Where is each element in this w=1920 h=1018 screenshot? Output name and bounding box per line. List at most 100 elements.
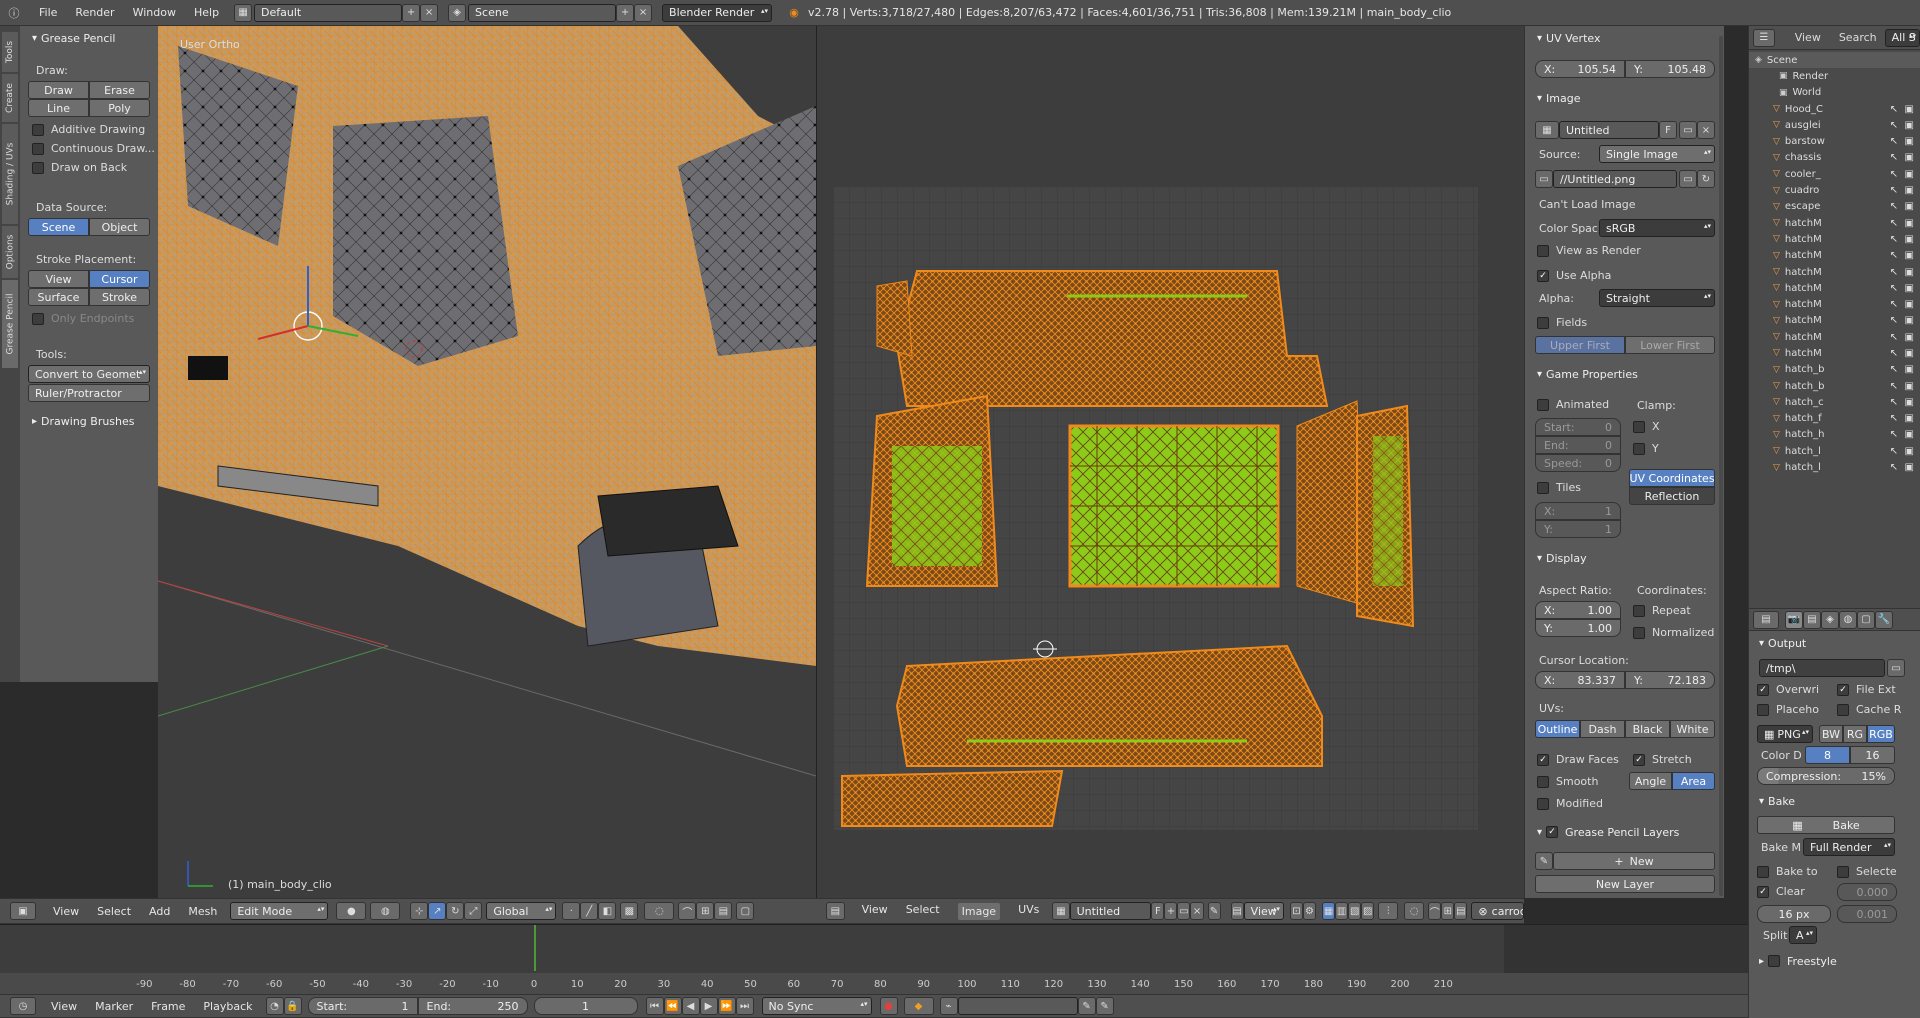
render-layer-icon[interactable]: ▤ xyxy=(714,902,733,920)
output-browse-icon[interactable]: ▭ xyxy=(1887,659,1905,677)
outliner-item[interactable]: ▽ Hood_C ↖ ▣ xyxy=(1749,101,1920,117)
uv-white-button[interactable]: White xyxy=(1670,720,1715,738)
placement-surface-button[interactable]: Surface xyxy=(28,288,89,306)
select-restrict-icon[interactable]: ↖ xyxy=(1890,169,1898,180)
select-restrict-icon[interactable]: ↖ xyxy=(1890,152,1898,163)
next-keyframe-icon[interactable]: ⏩ xyxy=(717,997,736,1015)
image-unlink-button[interactable]: × xyxy=(1697,121,1715,139)
sync-mode-select[interactable]: No Sync xyxy=(761,997,872,1015)
placement-view-button[interactable]: View xyxy=(28,270,89,288)
select-restrict-icon[interactable]: ↖ xyxy=(1890,332,1898,343)
lower-first-button[interactable]: Lower First xyxy=(1625,336,1715,354)
ruler-protractor-button[interactable]: Ruler/Protractor xyxy=(28,384,150,402)
timeline-current-frame[interactable] xyxy=(534,925,536,971)
layout-field[interactable]: Default xyxy=(254,3,403,22)
fake-user-toggle[interactable]: F xyxy=(1151,902,1165,920)
outliner-item[interactable]: ▽ hatchM ↖ ▣ xyxy=(1749,215,1920,231)
fields-checkbox[interactable]: Fields xyxy=(1537,316,1587,329)
layers-tab-icon[interactable]: ▤ xyxy=(1803,610,1821,629)
outliner-item[interactable]: ▣ Render xyxy=(1749,68,1920,84)
selected-to-active-checkbox[interactable]: Selecte xyxy=(1837,865,1897,878)
view3d-menu-select[interactable]: Select xyxy=(97,905,131,918)
orientation-select[interactable]: Global xyxy=(486,902,557,920)
face-select-icon[interactable]: ◧ xyxy=(598,902,617,920)
proportional-icon[interactable]: ◌ xyxy=(644,902,675,920)
draw-faces-checkbox[interactable]: ✓ Draw Faces xyxy=(1537,753,1619,766)
select-restrict-icon[interactable]: ↖ xyxy=(1890,267,1898,278)
select-restrict-icon[interactable]: ↖ xyxy=(1890,104,1898,115)
timeline-menu-view[interactable]: View xyxy=(51,1000,77,1013)
convert-to-geometry-select[interactable]: Convert to Geomet xyxy=(28,365,150,383)
game-properties-header[interactable]: Game Properties xyxy=(1537,364,1638,384)
keying-set-icon[interactable]: ◆ xyxy=(903,997,934,1015)
uv-snap-target-icon[interactable]: ⊞ xyxy=(1441,902,1455,920)
compression-slider[interactable]: Compression: 15% xyxy=(1757,767,1895,785)
cursor-x-field[interactable]: X: 83.337 xyxy=(1535,671,1625,689)
select-restrict-icon[interactable]: ↖ xyxy=(1890,348,1898,359)
jump-end-icon[interactable]: ⏭ xyxy=(735,997,754,1015)
placement-stroke-button[interactable]: Stroke xyxy=(89,288,150,306)
render-tab-icon[interactable]: 📷 xyxy=(1785,610,1803,629)
image-name-field[interactable]: Untitled xyxy=(1069,902,1152,920)
end-frame-field[interactable]: End: 250 xyxy=(417,997,528,1015)
stretch-checkbox[interactable]: ✓ Stretch xyxy=(1633,753,1692,766)
play-reverse-icon[interactable]: ◀ xyxy=(681,997,700,1015)
draw-on-back-checkbox[interactable]: Draw on Back xyxy=(32,161,127,174)
image-open-button[interactable]: ▭ xyxy=(1679,121,1697,139)
render-restrict-icon[interactable]: ▣ xyxy=(1905,185,1914,196)
select-restrict-icon[interactable]: ↖ xyxy=(1890,315,1898,326)
output-header[interactable]: Output xyxy=(1759,633,1806,653)
outliner-editor-icon[interactable]: ☰ xyxy=(1753,28,1775,47)
timeline-menu-playback[interactable]: Playback xyxy=(203,1000,252,1013)
render-restrict-icon[interactable]: ▣ xyxy=(1905,462,1914,473)
outliner-item[interactable]: ▣ World xyxy=(1749,85,1920,101)
select-restrict-icon[interactable]: ↖ xyxy=(1890,120,1898,131)
select-restrict-icon[interactable]: ↖ xyxy=(1890,397,1898,408)
outliner-item[interactable]: ▽ hatch_h ↖ ▣ xyxy=(1749,427,1920,443)
line-button[interactable]: Line xyxy=(28,99,89,117)
outliner-item[interactable]: ▽ hatchM ↖ ▣ xyxy=(1749,280,1920,296)
prev-keyframe-icon[interactable]: ⏪ xyxy=(663,997,682,1015)
viewport-3d[interactable]: User Ortho (1) main_body_clio xyxy=(158,26,816,898)
uv-select-face-icon[interactable]: ▧ xyxy=(1348,902,1362,920)
render-restrict-icon[interactable]: ▣ xyxy=(1905,413,1914,424)
object-tab-icon[interactable]: ▢ xyxy=(1857,610,1875,629)
gp-pencil-icon[interactable]: ✎ xyxy=(1535,852,1553,870)
placeholders-checkbox[interactable]: Placeho xyxy=(1757,703,1819,716)
use-alpha-checkbox[interactable]: ✓ Use Alpha xyxy=(1537,269,1611,282)
bake-to-vertex-checkbox[interactable]: Bake to xyxy=(1757,865,1818,878)
scene-add-icon[interactable]: + xyxy=(616,3,635,22)
render-restrict-icon[interactable]: ▣ xyxy=(1905,104,1914,115)
modifier-tab-icon[interactable]: 🔧 xyxy=(1875,610,1893,629)
uv-coordinates-button[interactable]: UV Coordinates xyxy=(1629,469,1715,487)
view3d-menu-mesh[interactable]: Mesh xyxy=(188,905,217,918)
uv-proportional-icon[interactable]: ◌ xyxy=(1404,902,1425,920)
gp-new-button[interactable]: + New xyxy=(1553,852,1715,870)
uv-black-button[interactable]: Black xyxy=(1625,720,1670,738)
outliner-item[interactable]: ▽ hatch_f ↖ ▣ xyxy=(1749,411,1920,427)
uv-menu-select[interactable]: Select xyxy=(906,903,940,920)
filepath-browse-button[interactable]: ▭ xyxy=(1679,170,1697,188)
poly-button[interactable]: Poly xyxy=(89,99,150,117)
scene-icon[interactable]: ◈ xyxy=(448,3,467,22)
outliner-item[interactable]: ▽ escape ↖ ▣ xyxy=(1749,199,1920,215)
anim-speed-field[interactable]: Speed: 0 xyxy=(1535,454,1621,472)
repeat-checkbox[interactable]: Repeat xyxy=(1633,604,1691,617)
uv-outline-button[interactable]: Outline xyxy=(1535,720,1580,738)
outliner-item[interactable]: ▽ ausglei ↖ ▣ xyxy=(1749,117,1920,133)
uv-menu-view[interactable]: View xyxy=(862,903,888,920)
uv-vertex-y[interactable]: Y: 105.48 xyxy=(1625,60,1715,78)
grease-pencil-header[interactable]: Grease Pencil xyxy=(32,28,152,48)
tiles-x-field[interactable]: X: 1 xyxy=(1535,502,1621,520)
drawing-brushes-header[interactable]: Drawing Brushes xyxy=(32,411,152,431)
image-add-icon[interactable]: + xyxy=(1164,902,1178,920)
outliner-item[interactable]: ▽ hatch_l ↖ ▣ xyxy=(1749,459,1920,475)
outliner-item[interactable]: ▽ barstow ↖ ▣ xyxy=(1749,133,1920,149)
outliner-search-menu[interactable]: Search xyxy=(1839,31,1877,44)
render-restrict-icon[interactable]: ▣ xyxy=(1905,299,1914,310)
upper-first-button[interactable]: Upper First xyxy=(1535,336,1625,354)
bake-margin-field[interactable]: 16 px xyxy=(1757,905,1831,923)
vertex-select-icon[interactable]: · xyxy=(562,902,581,920)
render-restrict-icon[interactable]: ▣ xyxy=(1905,348,1914,359)
outliner-display-select[interactable]: All S xyxy=(1884,28,1920,47)
